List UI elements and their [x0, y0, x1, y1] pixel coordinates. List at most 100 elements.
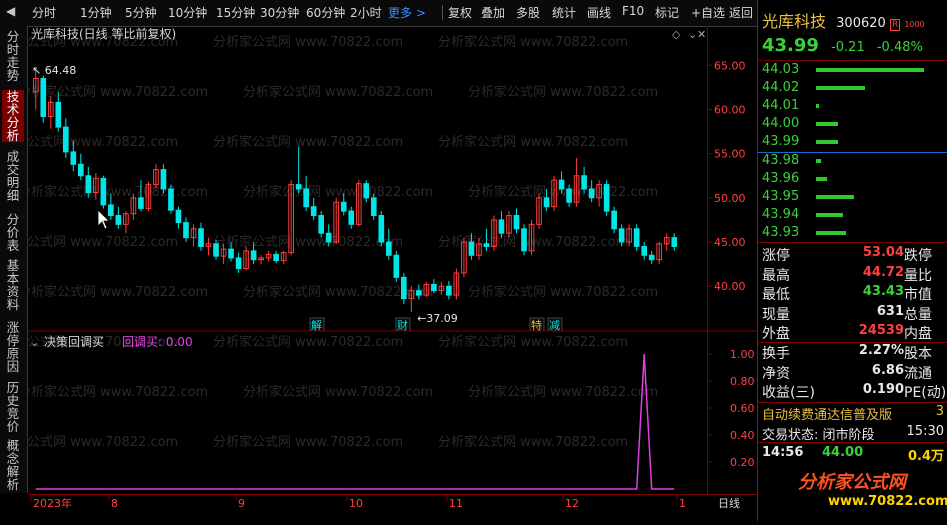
- watermark-text: 分析家公式网 www.70822.com: [438, 334, 628, 350]
- stat-label: 最低: [762, 287, 790, 303]
- candle-body: [431, 283, 437, 292]
- watermark-text: 分析家公式网 www.70822.com: [468, 84, 658, 100]
- toolbar-action-5[interactable]: F10: [622, 4, 644, 18]
- bid-volume-bar: [816, 195, 854, 199]
- price-change: -0.21: [831, 40, 865, 55]
- stat-label-right: 内盘: [904, 326, 932, 342]
- kline-chart-svg[interactable]: 分析家公式网 www.70822.com 分析家公式网 www.70822.com…: [0, 26, 707, 494]
- candle-body: [618, 228, 625, 243]
- indicator-tick-label: 1.00: [730, 348, 755, 361]
- indicator-tick-label: 0.60: [730, 402, 755, 415]
- left-tab-1[interactable]: 技术分析: [2, 90, 24, 142]
- toolbar-more[interactable]: 更多 >: [388, 4, 426, 21]
- ask-price: 43.99: [762, 134, 800, 149]
- toolbar-period-3[interactable]: 10分钟: [168, 4, 207, 21]
- watermark-text: 分析家公式网 www.70822.com: [28, 134, 178, 150]
- candle-body: [77, 163, 84, 177]
- watermark-text: 分析家公式网 www.70822.com: [243, 384, 433, 400]
- toolbar-action-3[interactable]: 统计: [552, 4, 576, 21]
- price-tick-label: 50.00: [714, 192, 746, 205]
- event-badge[interactable]: 解: [311, 318, 322, 332]
- candle-body: [70, 151, 77, 165]
- left-tab-4[interactable]: 基本资料: [2, 259, 24, 311]
- r-badge-icon: 1000: [904, 20, 925, 29]
- toolbar-action-8[interactable]: 返回: [729, 4, 753, 21]
- toolbar-action-7[interactable]: +自选: [691, 4, 725, 21]
- candle-body: [108, 204, 114, 217]
- left-tab-2[interactable]: 成交明细: [2, 150, 24, 202]
- stock-code: 300620: [836, 16, 886, 31]
- stat-value: 631: [876, 303, 904, 319]
- ask-volume-bar: [816, 104, 820, 108]
- candle-body: [648, 254, 655, 261]
- quote-panel: 光库科技 300620 R 1000 43.99 -0.21 -0.48% 44…: [757, 0, 947, 521]
- candle-body: [348, 210, 355, 225]
- stat-label-right: 流通: [904, 365, 932, 382]
- date-label: 8: [111, 497, 118, 510]
- candle-body: [138, 197, 144, 209]
- ask-row: 43.99: [762, 134, 944, 152]
- stock-name: 光库科技: [762, 12, 827, 31]
- left-tab-5[interactable]: 涨停原因: [2, 321, 24, 373]
- event-badge[interactable]: 减: [549, 319, 560, 332]
- stat-value: 2.27%: [858, 343, 904, 358]
- toolbar-period-4[interactable]: 15分钟: [216, 4, 255, 21]
- bid-row: 43.94: [762, 207, 944, 225]
- candle-body: [416, 290, 422, 296]
- indicator-collapse-icon[interactable]: ⌄: [30, 336, 39, 349]
- trade-time: 15:30: [906, 424, 944, 439]
- stat-label-right: 总量: [904, 306, 932, 323]
- toolbar-action-4[interactable]: 画线: [587, 4, 611, 21]
- trade-state-line: 交易状态: 闭市阶段 15:30: [762, 424, 944, 443]
- kline-chart-area[interactable]: 分析家公式网 www.70822.com 分析家公式网 www.70822.com…: [0, 26, 707, 494]
- candle-body: [198, 228, 204, 247]
- candle-body: [235, 257, 242, 270]
- divider: [758, 60, 947, 61]
- event-badge[interactable]: 特: [531, 318, 542, 332]
- left-tab-6[interactable]: 历史竞价: [2, 381, 24, 433]
- toolbar-period-6[interactable]: 60分钟: [306, 4, 345, 21]
- candle-body: [318, 215, 325, 234]
- stat-label: 收益(三): [762, 385, 815, 401]
- ask-price: 44.03: [762, 62, 800, 77]
- candle-body: [400, 276, 407, 300]
- stat-label-right: PE(动): [904, 385, 947, 401]
- bid-price: 43.96: [762, 171, 800, 186]
- toolbar-action-6[interactable]: 标记: [655, 4, 679, 21]
- watermark-text: 分析家公式网 www.70822.com: [213, 334, 403, 350]
- toolbar-period-5[interactable]: 30分钟: [260, 4, 299, 21]
- watermark-text: 分析家公式网 www.70822.com: [28, 434, 178, 450]
- date-label: 9: [238, 497, 245, 510]
- candle-body: [558, 179, 565, 190]
- bid-row: 43.93: [762, 225, 944, 243]
- bid-volume-bar: [816, 213, 843, 217]
- notice-line[interactable]: 自动续费通达信普及版 3: [762, 404, 944, 423]
- chevron-down-icon[interactable]: ⌄: [688, 28, 697, 41]
- left-tab-7[interactable]: 概念解析: [2, 439, 24, 491]
- toolbar-period-7[interactable]: 2小时: [350, 4, 382, 21]
- indicator-name: 决策回调买: [44, 335, 104, 349]
- toolbar-period-1[interactable]: 1分钟: [80, 4, 112, 21]
- toolbar-action-1[interactable]: 叠加: [481, 4, 505, 21]
- back-arrow-icon[interactable]: ◀: [6, 4, 15, 18]
- event-badge[interactable]: 财: [397, 318, 408, 332]
- candle-body: [378, 215, 385, 243]
- left-tab-3[interactable]: 分价表: [2, 213, 24, 252]
- toolbar-action-0[interactable]: 复权: [448, 4, 472, 21]
- diamond-icon[interactable]: ◇: [672, 28, 681, 41]
- tick-vol: 0.4万: [907, 449, 944, 464]
- toolbar-action-2[interactable]: 多股: [516, 4, 540, 21]
- left-tab-0[interactable]: 分时走势: [2, 30, 24, 82]
- stat-label-right: 跌停: [904, 248, 932, 264]
- toolbar-period-0[interactable]: 分时: [32, 4, 56, 21]
- notice-text[interactable]: 自动续费通达信普及版: [762, 408, 892, 423]
- toolbar-period-2[interactable]: 5分钟: [125, 4, 157, 21]
- indicator-tick-label: 0.80: [730, 375, 755, 388]
- stat-value: 43.43: [862, 284, 904, 299]
- stat-row: 涨停 53.04 跌停: [762, 245, 944, 264]
- indicator-value: 回调买: 0.00: [122, 335, 193, 349]
- watermark-text: 分析家公式网 www.70822.com: [28, 284, 208, 300]
- candle-body: [468, 241, 475, 256]
- close-icon[interactable]: ✕: [697, 28, 706, 41]
- watermark-text: 分析家公式网 www.70822.com: [438, 434, 628, 450]
